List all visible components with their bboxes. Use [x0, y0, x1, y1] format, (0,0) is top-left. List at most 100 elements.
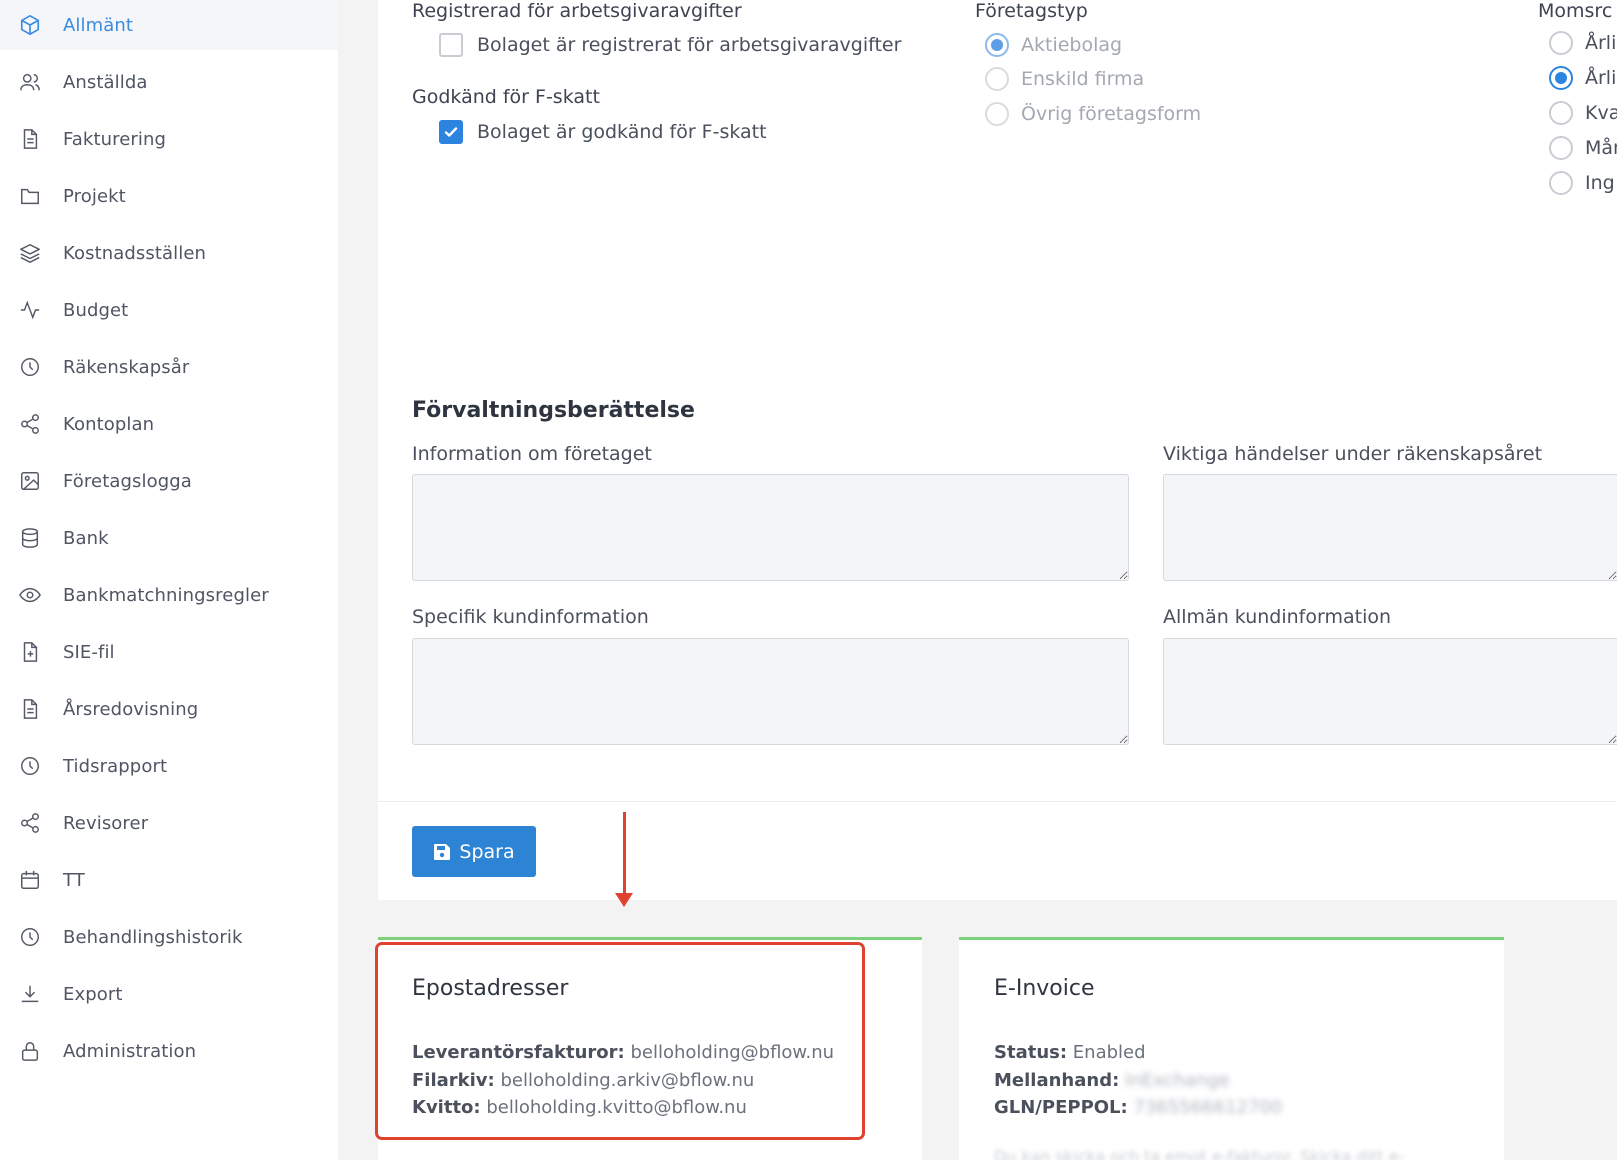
einvoice-description: Du kan skicka och ta emot e-fakturor. Sk…	[994, 1147, 1405, 1160]
sidebar-item-arsredovisning[interactable]: Årsredovisning	[0, 684, 338, 734]
clock-icon	[18, 355, 42, 379]
share-icon	[18, 811, 42, 835]
sidebar-item-projekt[interactable]: Projekt	[0, 171, 338, 221]
employer-fees-checkbox[interactable]	[439, 33, 463, 57]
important-events-label: Viktiga händelser under räkenskapsåret	[1163, 443, 1543, 465]
sidebar-item-label: Fakturering	[63, 128, 167, 150]
database-icon	[18, 526, 42, 550]
employer-fees-checkbox-row[interactable]: Bolaget är registrerat för arbetsgivarav…	[439, 33, 901, 57]
save-button[interactable]: Spara	[412, 826, 536, 877]
layers-icon	[18, 241, 42, 265]
radio-button[interactable]	[985, 67, 1009, 91]
sidebar-item-allmant[interactable]: Allmänt	[0, 0, 338, 50]
einvoice-card-title: E-Invoice	[994, 976, 1095, 1001]
annotation-arrow-head	[615, 893, 633, 907]
gln-key: GLN/PEPPOL:	[994, 1097, 1128, 1118]
sidebar-item-label: Behandlingshistorik	[63, 926, 243, 948]
ftax-checkbox[interactable]	[439, 120, 463, 144]
radio-button[interactable]	[1549, 101, 1573, 125]
employer-fees-checkbox-label: Bolaget är registrerat för arbetsgivarav…	[477, 34, 902, 56]
company-type-option-ovrig[interactable]: Övrig företagsform	[985, 102, 1201, 126]
sidebar-item-revisorer[interactable]: Revisorer	[0, 798, 338, 848]
sidebar-item-export[interactable]: Export	[0, 969, 338, 1019]
folder-icon	[18, 184, 42, 208]
form-footer	[378, 801, 1617, 900]
company-info-label: Information om företaget	[412, 443, 652, 465]
sidebar-item-sie-fil[interactable]: SIE-fil	[0, 627, 338, 677]
sidebar-item-rakenskapsar[interactable]: Räkenskapsår	[0, 342, 338, 392]
sidebar-item-kostnadsstallen[interactable]: Kostnadsställen	[0, 228, 338, 278]
management-report-heading: Förvaltningsberättelse	[412, 398, 695, 423]
sidebar-item-budget[interactable]: Budget	[0, 285, 338, 335]
radio-button[interactable]	[1549, 171, 1573, 195]
share-icon	[18, 412, 42, 436]
ftax-checkbox-row[interactable]: Bolaget är godkänd för F-skatt	[439, 120, 767, 144]
radio-button[interactable]	[1549, 136, 1573, 160]
company-type-option-enskild-firma[interactable]: Enskild firma	[985, 67, 1144, 91]
vat-option-5[interactable]: Ing	[1549, 171, 1615, 195]
radio-label: Ing	[1585, 172, 1615, 194]
ftax-label: Godkänd för F-skatt	[412, 86, 600, 108]
sidebar-item-label: TT	[63, 869, 85, 891]
save-icon	[434, 843, 451, 860]
cube-icon	[18, 13, 42, 37]
general-customer-info-textarea[interactable]	[1163, 638, 1617, 745]
radio-button[interactable]	[1549, 31, 1573, 55]
sidebar-item-label: Kontoplan	[63, 413, 155, 435]
sidebar-item-label: Administration	[63, 1040, 197, 1062]
intermediary-value: InExchange	[1125, 1070, 1230, 1091]
specific-customer-info-textarea[interactable]	[412, 638, 1129, 745]
intermediary-key: Mellanhand:	[994, 1070, 1120, 1091]
sidebar-item-bankmatchningsregler[interactable]: Bankmatchningsregler	[0, 570, 338, 620]
company-type-option-aktiebolag[interactable]: Aktiebolag	[985, 33, 1122, 57]
einvoice-status: Status: Enabled	[994, 1042, 1146, 1063]
status-value: Enabled	[1072, 1042, 1146, 1063]
vat-option-3[interactable]: Kva	[1549, 101, 1617, 125]
sidebar-item-anstallda[interactable]: Anställda	[0, 57, 338, 107]
clock-icon	[18, 754, 42, 778]
radio-button[interactable]	[985, 33, 1009, 57]
lock-icon	[18, 1039, 42, 1063]
vat-option-4[interactable]: Mån	[1549, 136, 1617, 160]
sidebar-item-label: Revisorer	[63, 812, 149, 834]
save-button-label: Spara	[459, 840, 515, 863]
radio-label: Kva	[1585, 102, 1617, 124]
company-type-label: Företagstyp	[975, 0, 1088, 22]
company-info-textarea[interactable]	[412, 474, 1129, 581]
eye-icon	[18, 583, 42, 607]
sidebar-item-fakturering[interactable]: Fakturering	[0, 114, 338, 164]
sidebar-item-tidsrapport[interactable]: Tidsrapport	[0, 741, 338, 791]
radio-button[interactable]	[1549, 66, 1573, 90]
vat-option-2[interactable]: Årlig	[1549, 66, 1617, 90]
document-icon	[18, 127, 42, 151]
sidebar-item-label: Årsredovisning	[63, 698, 199, 720]
download-icon	[18, 982, 42, 1006]
sidebar-item-foretagslogga[interactable]: Företagslogga	[0, 456, 338, 506]
sidebar-item-administration[interactable]: Administration	[0, 1026, 338, 1076]
users-icon	[18, 70, 42, 94]
radio-button[interactable]	[985, 102, 1009, 126]
einvoice-intermediary: Mellanhand: InExchange	[994, 1070, 1230, 1091]
sidebar-item-tt[interactable]: TT	[0, 855, 338, 905]
sidebar-item-label: Anställda	[63, 71, 148, 93]
sidebar-item-label: Allmänt	[63, 14, 134, 36]
annotation-highlight-box	[375, 942, 865, 1140]
image-icon	[18, 469, 42, 493]
vat-option-1[interactable]: Årlig	[1549, 31, 1617, 55]
status-key: Status:	[994, 1042, 1068, 1063]
sidebar-item-label: Export	[63, 983, 123, 1005]
radio-label: Årlig	[1585, 67, 1617, 89]
general-customer-info-label: Allmän kundinformation	[1163, 606, 1392, 628]
radio-label: Enskild firma	[1021, 68, 1145, 90]
sidebar: Allmänt Anställda Fakturering Projekt Ko…	[0, 0, 338, 1160]
sidebar-item-label: Bankmatchningsregler	[63, 584, 269, 606]
sidebar-item-label: Kostnadsställen	[63, 242, 207, 264]
vat-period-label: Momsrc	[1538, 0, 1613, 22]
sidebar-item-behandlingshistorik[interactable]: Behandlingshistorik	[0, 912, 338, 962]
checkmark-icon	[444, 127, 458, 137]
sidebar-item-bank[interactable]: Bank	[0, 513, 338, 563]
important-events-textarea[interactable]	[1163, 474, 1617, 581]
sidebar-item-kontoplan[interactable]: Kontoplan	[0, 399, 338, 449]
gln-value: 7365566612700	[1133, 1097, 1283, 1118]
ftax-checkbox-label: Bolaget är godkänd för F-skatt	[477, 121, 767, 143]
